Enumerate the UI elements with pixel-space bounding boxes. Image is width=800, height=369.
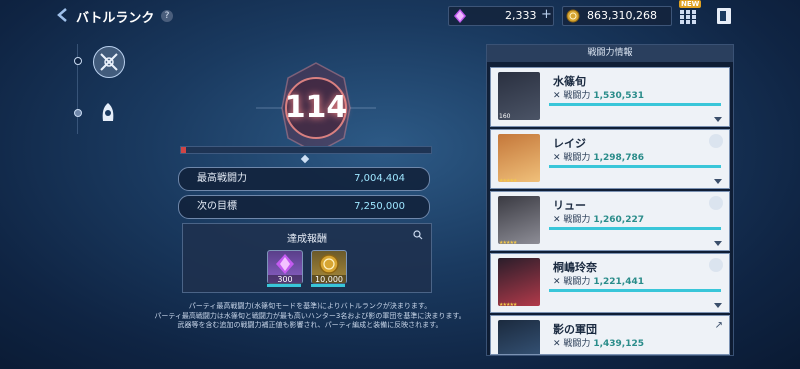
hunter-power: ✕ 戦闘力 1,298,786 xyxy=(553,150,644,163)
next-goal-label: 次の目標 xyxy=(197,201,237,212)
expand-icon[interactable] xyxy=(714,179,722,184)
hunter-card[interactable]: 影の軍団 ✕ 戦闘力 1,439,125 ↗ xyxy=(490,315,730,355)
crystal-count: 2,333 xyxy=(505,9,537,22)
star-rating: ★★★★★ xyxy=(499,240,517,246)
power-bar xyxy=(549,289,721,292)
gold-coin-icon xyxy=(319,254,339,274)
next-goal-value: 7,250,000 xyxy=(354,201,405,212)
nav-tab-battle-rank[interactable] xyxy=(93,46,125,78)
power-bar xyxy=(549,227,721,230)
star-rating: ★★★★★ xyxy=(499,178,517,184)
next-goal-row: 次の目標 7,250,000 xyxy=(178,195,430,219)
hunter-card[interactable]: ★★★★★ 桐嶋玲奈 ✕ 戦闘力 1,221,441 xyxy=(490,253,730,313)
add-crystal-button[interactable]: + xyxy=(541,6,552,24)
back-arrow-icon[interactable] xyxy=(56,8,70,22)
hunter-name: 桐嶋玲奈 xyxy=(553,261,597,274)
best-power-value: 7,004,404 xyxy=(354,173,405,184)
hunter-portrait xyxy=(498,320,540,354)
magnifier-icon[interactable] xyxy=(413,230,423,240)
hunter-name: 影の軍団 xyxy=(553,323,597,336)
magnifier-icon[interactable] xyxy=(709,196,723,210)
hunter-portrait xyxy=(498,258,540,306)
hunter-level: 160 xyxy=(499,113,511,120)
power-label: 戦闘力 xyxy=(563,91,591,101)
rank-progress-fill xyxy=(181,147,186,153)
power-bar xyxy=(549,103,721,106)
best-power-label: 最高戦闘力 xyxy=(197,173,247,184)
hunter-name: レイジ xyxy=(553,137,586,150)
reward-box: 達成報酬 300 10,000 xyxy=(182,223,432,293)
description-line: パーティ最高戦闘力(水篠旬モードを基準)によりバトルランクが決まります。 xyxy=(188,302,432,310)
page-title: バトルランク xyxy=(76,11,155,26)
new-badge: NEW xyxy=(679,0,702,8)
best-power-row: 最高戦闘力 7,004,404 xyxy=(178,167,430,191)
gold-count: 863,310,268 xyxy=(587,9,657,22)
reward-title: 達成報酬 xyxy=(287,234,327,245)
grid-menu-icon[interactable] xyxy=(680,10,696,24)
crossed-swords-icon xyxy=(100,53,118,71)
hunter-card[interactable]: ★★★★★ リュー ✕ 戦闘力 1,260,227 xyxy=(490,191,730,251)
description-line: 武器等を含む追加の戦闘力補正値も影響され、パーティ編成と装備に反映されます。 xyxy=(177,321,443,329)
magnifier-icon[interactable] xyxy=(709,134,723,148)
crystal-icon xyxy=(276,254,294,274)
hunter-card[interactable]: ★★★★★ レイジ ✕ 戦闘力 1,298,786 xyxy=(490,129,730,189)
nav-dot xyxy=(74,109,82,117)
nav-tab-hunter[interactable] xyxy=(93,97,123,127)
reward-bar xyxy=(311,284,345,287)
power-value: 1,439,125 xyxy=(593,339,644,349)
power-label: 戦闘力 xyxy=(563,339,591,349)
external-link-icon[interactable]: ↗ xyxy=(715,320,723,331)
swords-icon: ✕ xyxy=(553,277,561,287)
swords-icon: ✕ xyxy=(553,91,561,101)
power-label: 戦闘力 xyxy=(563,153,591,163)
rank-description: パーティ最高戦闘力(水篠旬モードを基準)によりバトルランクが決まります。 パーテ… xyxy=(150,302,470,331)
reward-bar xyxy=(267,284,301,287)
power-info-panel: 戦闘力情報 160 水篠旬 ✕ 戦闘力 1,530,531 ★★★★★ レイジ … xyxy=(486,44,734,356)
power-value: 1,221,441 xyxy=(593,277,644,287)
power-label: 戦闘力 xyxy=(563,277,591,287)
exit-door-icon[interactable] xyxy=(716,7,732,25)
power-bar xyxy=(549,165,721,168)
swords-icon: ✕ xyxy=(553,339,561,349)
power-value: 1,530,531 xyxy=(593,91,644,101)
hunter-power: ✕ 戦闘力 1,530,531 xyxy=(553,88,644,101)
hunter-name: リュー xyxy=(553,199,586,212)
magnifier-icon[interactable] xyxy=(709,258,723,272)
hunter-card[interactable]: 160 水篠旬 ✕ 戦闘力 1,530,531 xyxy=(490,67,730,127)
nav-dot-active xyxy=(74,57,82,65)
power-value: 1,260,227 xyxy=(593,215,644,225)
gold-counter: 863,310,268 xyxy=(562,6,672,26)
reward-item-gold[interactable]: 10,000 xyxy=(311,250,347,284)
description-line: パーティ最高戦闘力は水篠旬と戦闘力が最も高いハンター3名および影の軍団を基準に決… xyxy=(154,311,466,320)
reward-count: 300 xyxy=(268,275,302,284)
hunter-name: 水篠旬 xyxy=(553,75,586,88)
swords-icon: ✕ xyxy=(553,215,561,225)
expand-icon[interactable] xyxy=(714,303,722,308)
crystal-counter: 2,333 + xyxy=(448,6,554,26)
hunter-power: ✕ 戦闘力 1,260,227 xyxy=(553,212,644,225)
power-value: 1,298,786 xyxy=(593,153,644,163)
hunter-portrait xyxy=(498,196,540,244)
rank-level: 114 xyxy=(284,90,348,125)
power-label: 戦闘力 xyxy=(563,215,591,225)
hunter-power: ✕ 戦闘力 1,221,441 xyxy=(553,274,644,287)
swords-icon: ✕ xyxy=(553,153,561,163)
rank-progress-bar xyxy=(180,146,432,154)
crystal-icon xyxy=(454,9,466,23)
reward-item-crystal[interactable]: 300 xyxy=(267,250,303,284)
expand-icon[interactable] xyxy=(714,241,722,246)
help-icon[interactable]: ? xyxy=(161,10,173,22)
hunter-portrait xyxy=(498,134,540,182)
expand-icon[interactable] xyxy=(714,117,722,122)
gold-coin-icon xyxy=(566,9,580,23)
star-rating: ★★★★★ xyxy=(499,302,517,308)
reward-count: 10,000 xyxy=(312,275,346,284)
hunter-power: ✕ 戦闘力 1,439,125 xyxy=(553,336,644,349)
hooded-figure-icon xyxy=(102,103,114,121)
panel-title: 戦闘力情報 xyxy=(487,45,733,62)
